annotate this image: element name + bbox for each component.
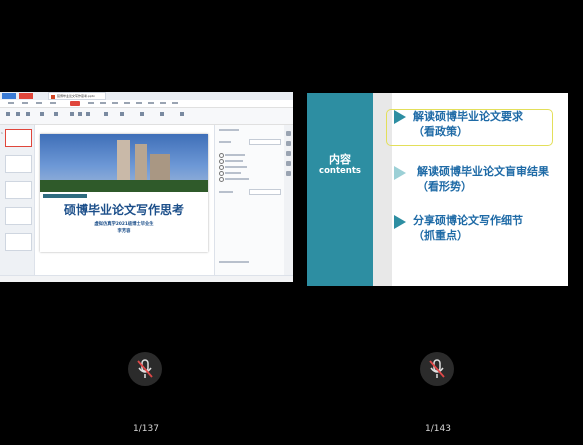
property-icon[interactable] [286,131,291,136]
ribbon-toolbar [0,108,293,125]
trees [40,180,208,192]
pane-heading [219,129,239,131]
right-shared-slide: 内容 contents 解读硕博毕业论文要求 （看政策） 解读硕博毕业论文盲审结… [307,93,568,286]
layout-icon[interactable] [54,112,58,116]
textbox-icon[interactable] [160,112,164,116]
menu-item[interactable] [88,102,94,104]
menu-item[interactable] [136,102,142,104]
right-tool-sidebar [284,125,293,275]
pane-label [219,191,233,193]
pane-option-label [225,178,249,180]
menu-item[interactable] [160,102,166,104]
building [117,140,130,184]
italic-icon[interactable] [78,112,82,116]
document-tab-label: 硕博毕业论文写作思考.pptx [57,94,95,98]
agenda-item-3-line1: 分享硕博论文写作细节 [413,214,523,227]
animation-icon[interactable] [286,151,291,156]
copy-icon[interactable] [26,112,30,116]
cut-icon[interactable] [16,112,20,116]
menu-item[interactable] [36,102,42,104]
pane-option-label [225,160,243,162]
slide-subtitle: 虚拟仿真学2021级博士毕业生 [94,222,154,227]
agenda-item-1-line2: （看政策） [413,125,468,138]
mic-muted-button-right[interactable] [420,352,454,386]
new-slide-icon[interactable] [40,112,44,116]
slide-thumbnail-panel[interactable]: 1 [0,125,35,275]
menu-item[interactable] [124,102,130,104]
fill-radio[interactable] [219,159,224,164]
menu-item[interactable] [22,102,28,104]
shape-icon[interactable] [120,112,124,116]
pane-select[interactable] [249,139,281,145]
arrange-icon[interactable] [180,112,184,116]
pane-option-label [225,166,247,168]
fill-radio[interactable] [219,177,224,182]
mic-muted-icon [137,359,153,378]
agenda-side-bar: 内容 contents [307,93,373,286]
format-task-pane [214,125,285,275]
slide-thumbnail[interactable] [5,233,32,251]
menu-item[interactable] [8,102,14,104]
pane-select[interactable] [249,189,281,195]
align-icon[interactable] [104,112,108,116]
slide-thumbnail[interactable] [5,207,32,225]
fill-radio[interactable] [219,153,224,158]
bullet-arrow-icon [394,110,406,124]
apply-all-button[interactable] [219,261,249,263]
slide-author: 李芳容 [117,229,131,234]
pane-option-label [225,154,245,156]
picture-icon[interactable] [140,112,144,116]
agenda-item-2-line2: （看形势） [417,180,472,193]
home-tab[interactable] [2,93,16,99]
slide-thumbnail[interactable] [5,181,32,199]
left-shared-screen: 硕博毕业论文写作思考.pptx 1 硕博毕业论文写作思考 虚拟仿真学2021级博… [0,92,293,282]
bullet-arrow-icon [394,215,406,229]
menu-item[interactable] [172,102,178,104]
menu-item[interactable] [100,102,106,104]
menu-item[interactable] [50,102,56,104]
settings-icon[interactable] [286,171,291,176]
bullet-arrow-icon [394,166,406,180]
page-counter-left: 1/137 [133,424,159,434]
editor-titlebar: 硕博毕业论文写作思考.pptx [0,92,293,100]
pane-option-label [225,172,241,174]
building [135,144,147,184]
ppt-file-icon [51,94,55,99]
underline-icon[interactable] [86,112,90,116]
menu-item[interactable] [148,102,154,104]
mic-muted-icon [429,359,445,378]
transition-icon[interactable] [286,161,291,166]
menu-item[interactable] [112,102,118,104]
agenda-item-2-line1: 解读硕博毕业论文盲审结果 [417,165,549,178]
agenda-item-1-line1: 解读硕博毕业论文要求 [413,110,523,123]
paste-icon[interactable] [6,112,10,116]
fill-radio[interactable] [219,171,224,176]
fill-radio[interactable] [219,165,224,170]
page-counter-right: 1/143 [425,424,451,434]
agenda-heading: 内容 [329,153,351,166]
thumb-number: 1 [1,131,3,135]
slide-canvas[interactable]: 硕博毕业论文写作思考 虚拟仿真学2021级博士毕业生 李芳容 [40,134,208,252]
menu-bar [0,100,293,108]
slide-thumbnail[interactable] [5,129,32,147]
style-icon[interactable] [286,141,291,146]
bold-icon[interactable] [70,112,74,116]
app-tab[interactable] [19,93,33,99]
pane-label [219,141,231,143]
slide-title: 硕博毕业论文写作思考 [63,203,184,217]
agenda-item-3-line2: （抓重点） [413,229,468,242]
slide-thumbnail[interactable] [5,155,32,173]
campus-photo [40,134,208,192]
agenda-heading-en: contents [319,166,361,176]
mic-muted-button-left[interactable] [128,352,162,386]
menu-start-tab[interactable] [70,101,80,106]
university-logo [43,194,87,198]
document-tab[interactable]: 硕博毕业论文写作思考.pptx [48,92,106,100]
status-bar [0,275,293,282]
